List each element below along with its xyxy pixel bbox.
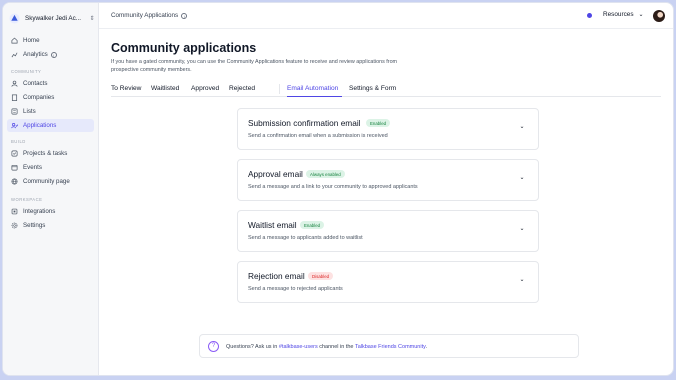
help-banner: ? Questions? Ask us in #talkbase-users c…	[199, 334, 579, 358]
building-icon	[11, 94, 18, 101]
sidebar-item-projects-tasks[interactable]: Projects & tasks	[7, 147, 94, 160]
section-heading-build: BUILD	[11, 139, 26, 144]
sidebar-item-label: Companies	[23, 94, 55, 101]
calendar-icon	[11, 164, 18, 171]
sidebar-item-label: Contacts	[23, 80, 48, 87]
chevron-down-icon[interactable]: ⌄	[516, 274, 528, 286]
sidebar-item-integrations[interactable]: Integrations	[7, 205, 94, 218]
tab-email-automation[interactable]: Email Automation	[287, 85, 338, 92]
status-badge: Enabled	[366, 119, 391, 127]
email-card-submission-confirmation[interactable]: Submission confirmation email Enabled Se…	[237, 108, 539, 150]
home-icon	[11, 37, 18, 44]
notification-dot	[587, 13, 592, 18]
help-text: Questions? Ask us in #talkbase-users cha…	[226, 344, 427, 350]
breadcrumb-label: Community Applications	[111, 12, 179, 19]
section-heading-workspace: WORKSPACE	[11, 197, 43, 202]
help-suffix: .	[425, 343, 427, 350]
sidebar-item-label: Community page	[23, 178, 70, 185]
avatar[interactable]	[653, 10, 665, 22]
email-card-approval[interactable]: Approval email Always enabled Send a mes…	[237, 159, 539, 201]
chevron-down-icon[interactable]: ⌄	[516, 223, 528, 235]
main-content: Community applications If you have a gat…	[99, 29, 673, 375]
chart-icon	[11, 52, 18, 58]
status-badge: Enabled	[300, 221, 325, 229]
breadcrumb: Community Applications i	[111, 12, 188, 19]
sidebar-item-companies[interactable]: Companies	[7, 91, 94, 104]
channel-link[interactable]: #talkbase-users	[279, 344, 318, 350]
section-heading-community: COMMUNITY	[11, 69, 42, 74]
tab-approved[interactable]: Approved	[191, 85, 219, 92]
list-icon	[11, 108, 18, 115]
info-icon[interactable]: i	[181, 12, 188, 19]
tasks-icon	[11, 150, 18, 157]
sidebar-item-label: Home	[23, 37, 40, 44]
help-prefix: Questions? Ask us in	[226, 343, 279, 350]
globe-icon	[11, 178, 18, 185]
workspace-logo-icon	[9, 12, 20, 24]
topbar: Community Applications i Resources ⌄	[99, 3, 673, 29]
sidebar-item-settings[interactable]: Settings	[7, 219, 94, 232]
workspace-name: Skywalker Jedi Ac...	[25, 14, 81, 22]
chevron-updown-icon: ⇕	[89, 15, 95, 22]
sidebar-item-label: Analytics	[23, 51, 48, 58]
sidebar-item-analytics[interactable]: Analytics i	[7, 48, 94, 61]
page-description: If you have a gated community, you can u…	[111, 59, 398, 73]
email-card-title: Approval email	[248, 169, 303, 179]
community-link[interactable]: Talkbase Friends Community	[355, 344, 426, 350]
workspace-switcher[interactable]: Skywalker Jedi Ac... ⇕	[9, 10, 95, 26]
integrations-icon	[11, 208, 18, 215]
sidebar-item-home[interactable]: Home	[7, 34, 94, 47]
gear-icon	[11, 222, 18, 229]
sidebar-item-lists[interactable]: Lists	[7, 105, 94, 118]
chevron-down-icon: ⌄	[638, 12, 644, 18]
tab-divider	[279, 84, 280, 94]
email-card-title: Waitlist email	[248, 220, 297, 230]
sidebar-item-label: Settings	[23, 222, 46, 229]
sidebar-item-label: Lists	[23, 108, 36, 115]
tab-to-review[interactable]: To Review	[111, 85, 141, 92]
sidebar: Skywalker Jedi Ac... ⇕ Home Analytics i …	[3, 3, 99, 375]
sidebar-item-community-page[interactable]: Community page	[7, 175, 94, 188]
email-card-waitlist[interactable]: Waitlist email Enabled Send a message to…	[237, 210, 539, 252]
page-title: Community applications	[111, 41, 257, 55]
sidebar-item-label: Applications	[23, 122, 57, 129]
email-card-rejection[interactable]: Rejection email Disabled Send a message …	[237, 261, 539, 303]
tab-bar: To Review Waitlisted Approved Rejected E…	[111, 81, 661, 97]
chevron-down-icon[interactable]: ⌄	[516, 172, 528, 184]
contacts-icon	[11, 80, 18, 87]
sidebar-item-label: Events	[23, 164, 42, 171]
tab-settings-form[interactable]: Settings & Form	[349, 85, 396, 92]
sidebar-item-label: Integrations	[23, 208, 56, 215]
status-badge: Always enabled	[306, 170, 345, 178]
active-tab-indicator	[287, 95, 342, 97]
email-card-description: Send a confirmation email when a submiss…	[248, 133, 388, 139]
tab-waitlisted[interactable]: Waitlisted	[151, 85, 179, 92]
question-icon: ?	[208, 341, 219, 352]
sidebar-item-applications[interactable]: Applications	[7, 119, 94, 132]
sidebar-item-contacts[interactable]: Contacts	[7, 77, 94, 90]
email-card-description: Send a message to applicants added to wa…	[248, 235, 363, 241]
resources-label: Resources	[603, 11, 634, 18]
applications-icon	[11, 123, 18, 129]
status-badge: Disabled	[308, 272, 334, 280]
app-window: Skywalker Jedi Ac... ⇕ Home Analytics i …	[2, 2, 674, 376]
resources-menu[interactable]: Resources ⌄	[603, 11, 644, 18]
email-card-description: Send a message and a link to your commun…	[248, 184, 418, 190]
email-card-title: Rejection email	[248, 271, 305, 281]
chevron-down-icon[interactable]: ⌄	[516, 121, 528, 133]
sidebar-item-events[interactable]: Events	[7, 161, 94, 174]
info-icon: i	[50, 51, 57, 58]
sidebar-item-label: Projects & tasks	[23, 150, 68, 157]
email-card-title: Submission confirmation email	[248, 118, 361, 128]
tab-rejected[interactable]: Rejected	[229, 85, 255, 92]
email-card-description: Send a message to rejected applicants	[248, 286, 343, 292]
help-middle: channel in the	[317, 343, 355, 350]
